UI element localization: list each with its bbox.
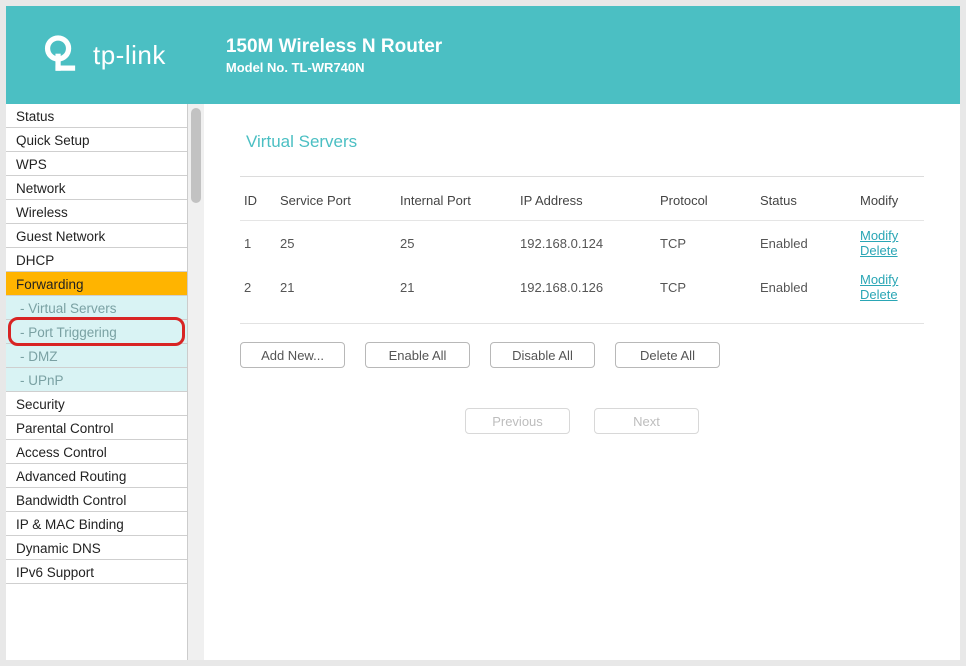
sidebar-item[interactable]: - Virtual Servers	[6, 295, 187, 320]
sidebar-item[interactable]: Parental Control	[6, 415, 187, 440]
sidebar-scrollbar-thumb[interactable]	[191, 108, 201, 203]
pager-row: Previous Next	[240, 408, 924, 434]
product-title: 150M Wireless N Router	[226, 36, 442, 58]
app-header: tp-link 150M Wireless N Router Model No.…	[6, 6, 960, 104]
cell-service-port: 25	[276, 221, 396, 266]
table-header-row: ID Service Port Internal Port IP Address…	[240, 187, 924, 221]
cell-modify: Modify Delete	[856, 221, 924, 266]
delete-link[interactable]: Delete	[860, 287, 898, 302]
sidebar-item[interactable]: IP & MAC Binding	[6, 511, 187, 536]
sidebar-item[interactable]: Status	[6, 104, 187, 128]
divider	[240, 176, 924, 177]
sidebar-item[interactable]: Security	[6, 391, 187, 416]
main-content: Virtual Servers ID Service Port Internal…	[204, 104, 960, 660]
col-status: Status	[756, 187, 856, 221]
cell-service-port: 21	[276, 265, 396, 309]
table-row: 12525192.168.0.124TCPEnabledModify Delet…	[240, 221, 924, 266]
cell-modify: Modify Delete	[856, 265, 924, 309]
sidebar-item-highlighted: - Port Triggering	[6, 319, 187, 344]
sidebar-item[interactable]: Bandwidth Control	[6, 487, 187, 512]
sidebar-item[interactable]: Quick Setup	[6, 127, 187, 152]
brand-text: tp-link	[93, 40, 166, 71]
delete-link[interactable]: Delete	[860, 243, 898, 258]
add-new-button[interactable]: Add New...	[240, 342, 345, 368]
modify-link[interactable]: Modify	[860, 228, 898, 243]
cell-protocol: TCP	[656, 265, 756, 309]
cell-internal-port: 25	[396, 221, 516, 266]
sidebar-nav: StatusQuick SetupWPSNetworkWirelessGuest…	[6, 104, 188, 660]
disable-all-button[interactable]: Disable All	[490, 342, 595, 368]
col-modify: Modify	[856, 187, 924, 221]
cell-protocol: TCP	[656, 221, 756, 266]
modify-link[interactable]: Modify	[860, 272, 898, 287]
sidebar-scrollbar-track[interactable]	[188, 104, 204, 660]
cell-ip-address: 192.168.0.124	[516, 221, 656, 266]
brand-logo: tp-link	[41, 34, 166, 76]
action-button-row: Add New... Enable All Disable All Delete…	[240, 323, 924, 368]
sidebar-item[interactable]: Network	[6, 175, 187, 200]
sidebar-item[interactable]: Forwarding	[6, 271, 187, 296]
table-row: 22121192.168.0.126TCPEnabledModify Delet…	[240, 265, 924, 309]
sidebar-item[interactable]: DHCP	[6, 247, 187, 272]
sidebar-item[interactable]: IPv6 Support	[6, 559, 187, 584]
sidebar-item[interactable]: Access Control	[6, 439, 187, 464]
sidebar-item[interactable]: - DMZ	[6, 343, 187, 368]
header-titles: 150M Wireless N Router Model No. TL-WR74…	[226, 36, 442, 75]
sidebar-item[interactable]: Advanced Routing	[6, 463, 187, 488]
delete-all-button[interactable]: Delete All	[615, 342, 720, 368]
enable-all-button[interactable]: Enable All	[365, 342, 470, 368]
sidebar-item[interactable]: - UPnP	[6, 367, 187, 392]
sidebar-item[interactable]: Guest Network	[6, 223, 187, 248]
col-protocol: Protocol	[656, 187, 756, 221]
sidebar-item[interactable]: Wireless	[6, 199, 187, 224]
cell-status: Enabled	[756, 221, 856, 266]
col-ip-address: IP Address	[516, 187, 656, 221]
next-button[interactable]: Next	[594, 408, 699, 434]
cell-id: 1	[240, 221, 276, 266]
cell-internal-port: 21	[396, 265, 516, 309]
cell-ip-address: 192.168.0.126	[516, 265, 656, 309]
previous-button[interactable]: Previous	[465, 408, 570, 434]
col-id: ID	[240, 187, 276, 221]
col-internal-port: Internal Port	[396, 187, 516, 221]
sidebar-item[interactable]: Dynamic DNS	[6, 535, 187, 560]
cell-status: Enabled	[756, 265, 856, 309]
product-model: Model No. TL-WR740N	[226, 60, 442, 75]
virtual-servers-table: ID Service Port Internal Port IP Address…	[240, 187, 924, 309]
col-service-port: Service Port	[276, 187, 396, 221]
cell-id: 2	[240, 265, 276, 309]
sidebar-item[interactable]: - Port Triggering	[6, 319, 187, 344]
page-title: Virtual Servers	[246, 132, 924, 152]
tplink-logo-icon	[41, 34, 83, 76]
sidebar-item[interactable]: WPS	[6, 151, 187, 176]
